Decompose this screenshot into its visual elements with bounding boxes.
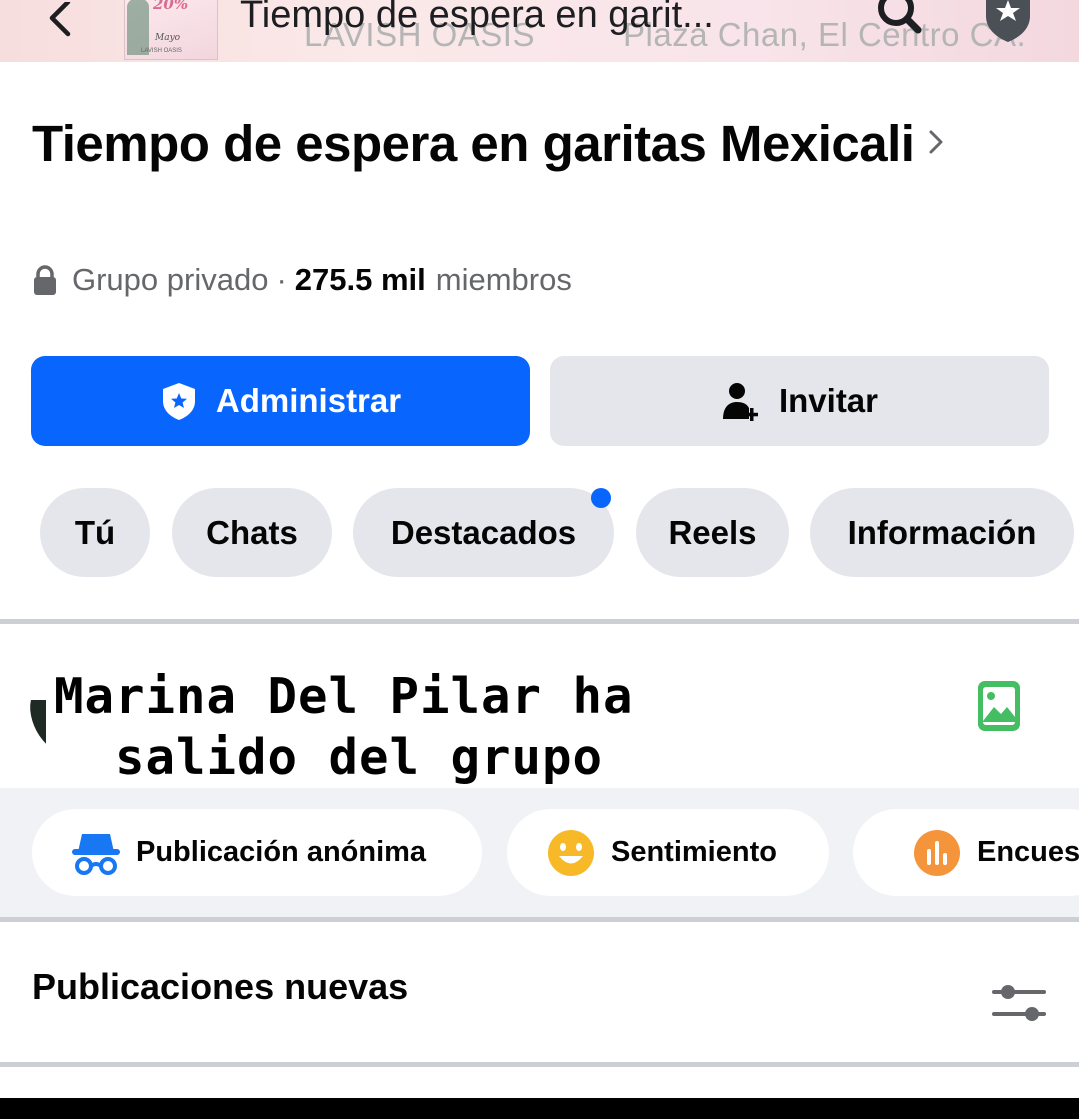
overlay-line-2: salido del grupo — [115, 729, 604, 786]
chevron-left-icon — [49, 0, 71, 37]
section-divider — [0, 917, 1079, 922]
tab-label: Chats — [206, 513, 298, 551]
chip-label: Sentimiento — [611, 836, 777, 868]
manage-button-label: Administrar — [215, 382, 402, 419]
group-meta: Grupo privado · 275.5 mil miembros — [32, 258, 572, 302]
group-name-text: Tiempo de espera en garitas Mexicali — [32, 115, 915, 172]
overlay-line-1: Marina Del Pilar ha — [54, 668, 634, 725]
photo-icon — [978, 681, 1020, 731]
thumbnail-decoration — [127, 0, 149, 55]
thumbnail-caption: Mayo — [155, 33, 181, 43]
poll-icon — [914, 829, 960, 876]
group-privacy: Grupo privado — [72, 262, 269, 297]
chip-label: Encues — [977, 836, 1079, 868]
manage-button[interactable]: Administrar — [31, 356, 530, 446]
tab-label: Reels — [668, 513, 757, 551]
tab-chats[interactable]: Chats — [172, 488, 332, 577]
invite-button-label: Invitar — [778, 382, 879, 419]
thumbnail-footer: LAVISH OASIS — [141, 48, 182, 54]
tab-you[interactable]: Tú — [40, 488, 150, 577]
top-bar: 20% Mayo LAVISH OASIS LAVISH OASIS Plaza… — [0, 0, 1079, 62]
sliders-icon — [992, 985, 1046, 1021]
admin-badge-star-icon — [986, 0, 1030, 42]
tab-label: Destacados — [390, 513, 577, 551]
tab-about[interactable]: Información — [810, 488, 1074, 577]
incognito-icon — [72, 833, 120, 875]
admin-badge-button[interactable] — [980, 0, 1036, 44]
tab-label: Tú — [74, 513, 116, 551]
thumbnail-percent: 20% — [153, 0, 189, 13]
section-divider — [0, 619, 1079, 624]
chevron-right-icon — [928, 104, 944, 172]
filter-button[interactable] — [992, 982, 1048, 1024]
anonymous-post-chip[interactable]: Publicación anónima — [32, 809, 482, 896]
tab-label: Información — [847, 513, 1037, 551]
add-person-icon — [722, 383, 758, 421]
tab-featured[interactable]: Destacados — [353, 488, 614, 577]
feeling-chip[interactable]: Sentimiento — [507, 809, 829, 896]
poll-chip[interactable]: Encues — [853, 809, 1079, 896]
search-icon — [878, 0, 922, 34]
tab-reels[interactable]: Reels — [636, 488, 789, 577]
lock-icon — [34, 265, 56, 295]
add-photo-button[interactable] — [978, 681, 1020, 731]
invite-button[interactable]: Invitar — [550, 356, 1049, 446]
chip-label: Publicación anónima — [136, 836, 427, 868]
notification-dot — [591, 488, 611, 508]
overlay-caption: Marina Del Pilar ha salido del grupo — [54, 666, 634, 788]
smiley-icon — [548, 829, 594, 876]
member-label[interactable]: miembros — [436, 262, 572, 298]
shield-star-icon — [162, 383, 195, 420]
cover-thumbnail: 20% Mayo LAVISH OASIS — [124, 0, 218, 60]
top-bar-title: Tiempo de espera en garit... — [240, 0, 714, 36]
meta-separator: · — [276, 262, 287, 297]
back-button[interactable] — [44, 0, 80, 38]
search-button[interactable] — [870, 0, 926, 40]
member-count[interactable]: 275.5 mil — [295, 262, 426, 298]
group-name[interactable]: Tiempo de espera en garitas Mexicali — [32, 104, 1032, 178]
screen-bottom-edge — [0, 1098, 1079, 1119]
section-title: Publicaciones nuevas — [32, 966, 409, 1007]
section-divider — [0, 1062, 1079, 1067]
